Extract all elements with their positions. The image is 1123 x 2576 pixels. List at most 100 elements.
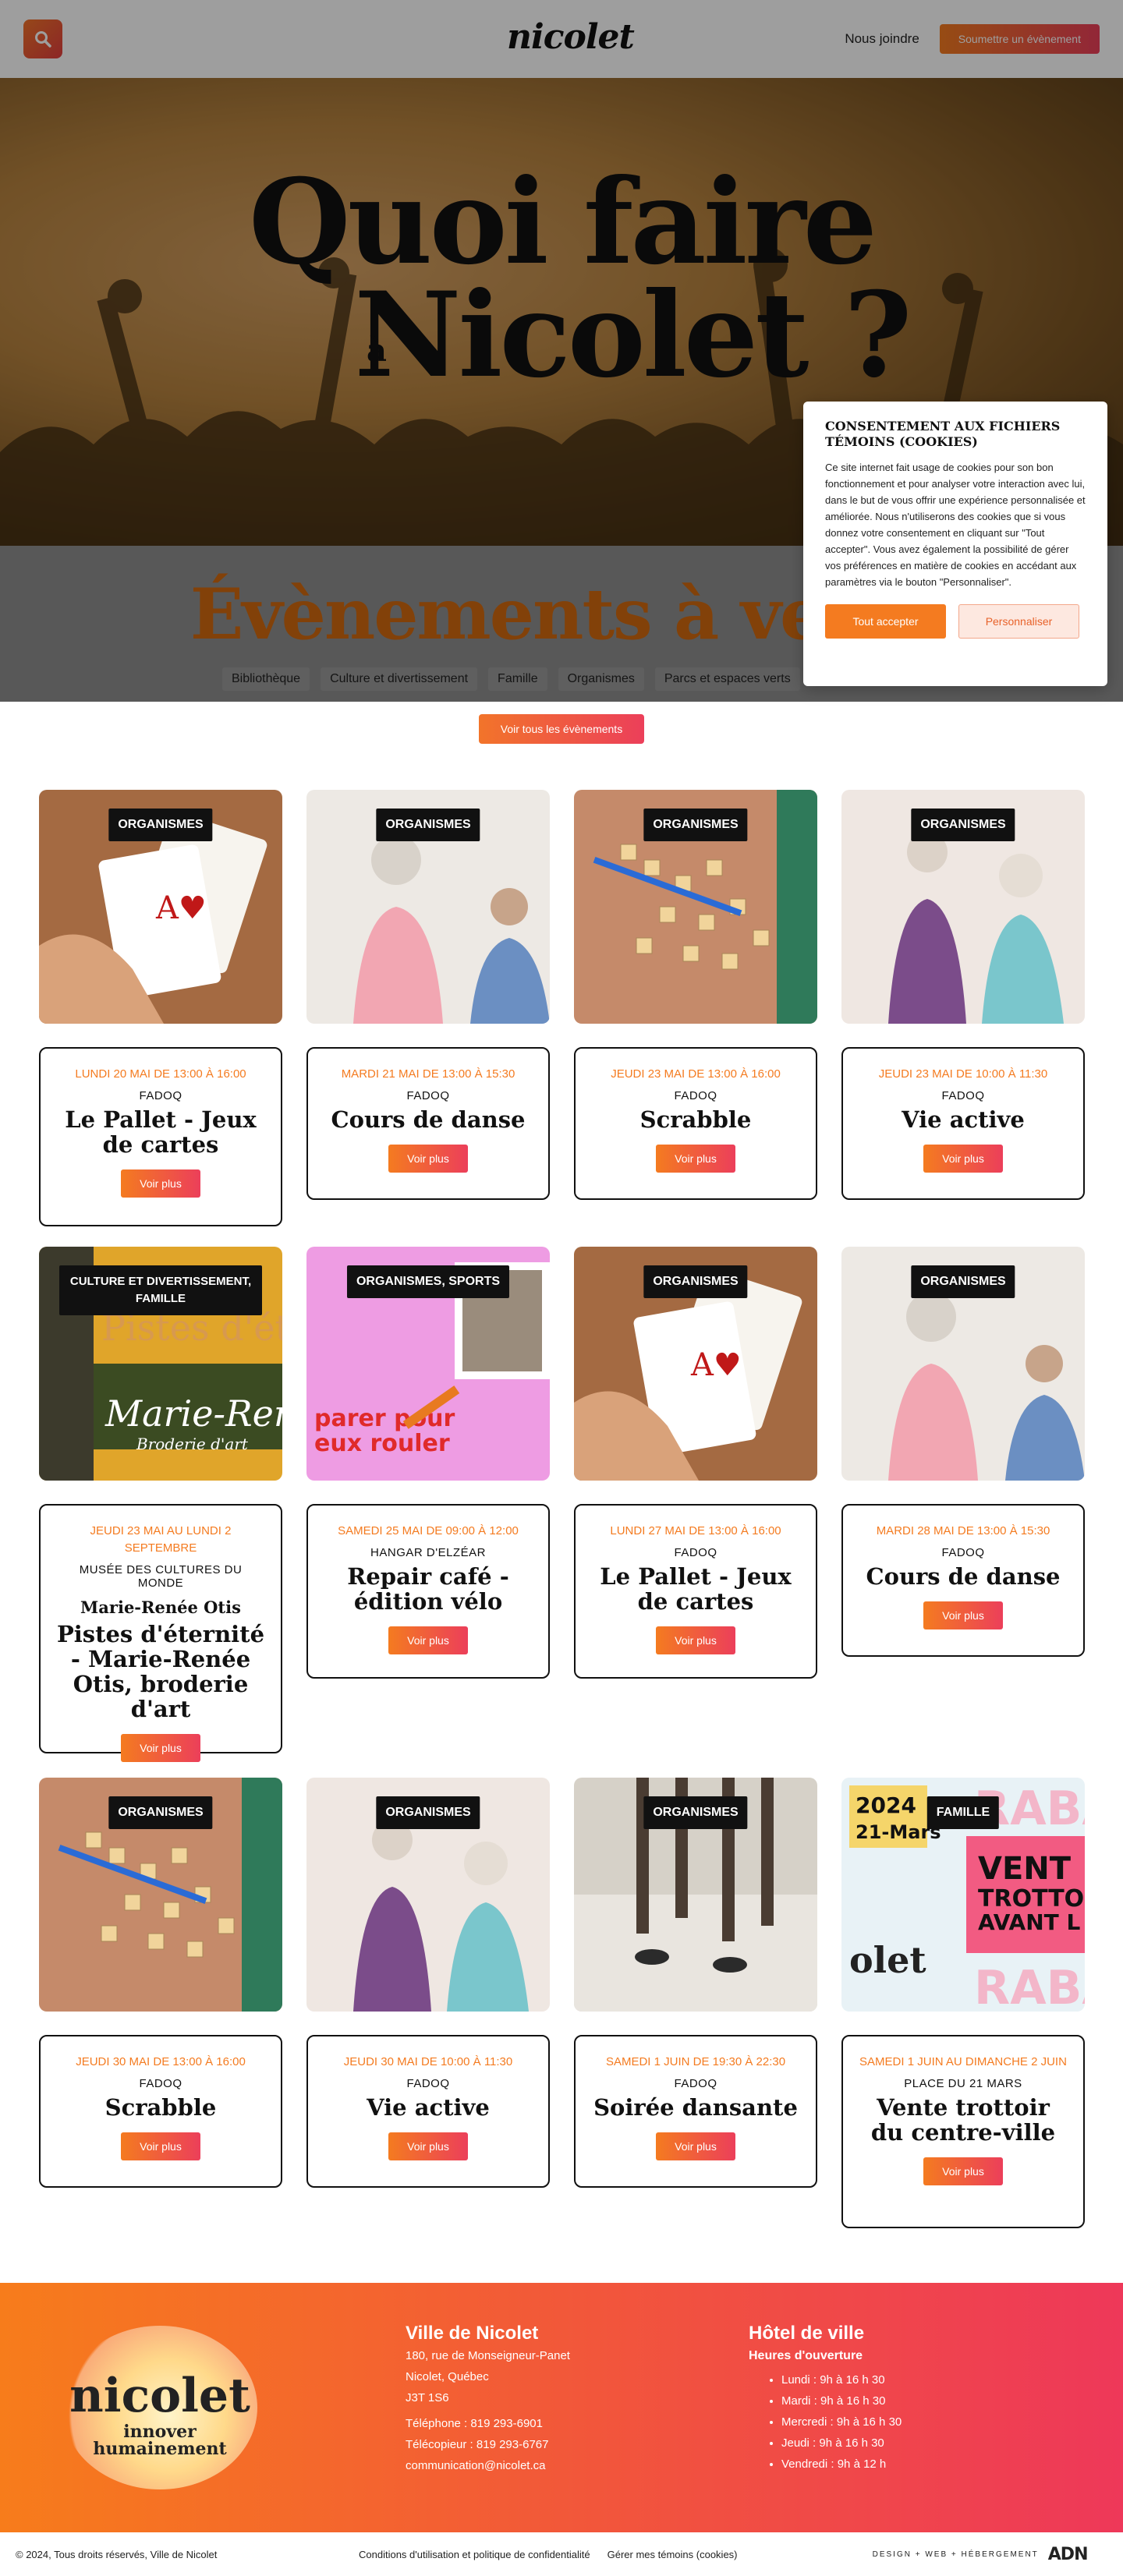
footer-address-line: Nicolet, Québec — [406, 2370, 489, 2383]
event-image[interactable]: ORGANISMES — [841, 790, 1085, 1024]
event-title[interactable]: Scrabble — [591, 1107, 800, 1132]
footer-hall-title: Hôtel de ville — [749, 2323, 865, 2344]
terms-link[interactable]: Conditions d'utilisation et politique de… — [359, 2549, 590, 2560]
event-image[interactable]: parer pour eux rouler ORGANISMES, SPORTS — [306, 1247, 550, 1481]
event-title[interactable]: Repair café - édition vélo — [324, 1564, 533, 1614]
see-more-button[interactable]: Voir plus — [388, 1626, 468, 1654]
event-date: JEUDI 23 MAI DE 10:00 À 11:30 — [878, 1067, 1048, 1081]
event-title[interactable]: Le Pallet - Jeux de cartes — [591, 1564, 800, 1614]
event-info-card: JEUDI 23 MAI DE 10:00 À 11:30 FADOQ Vie ac… — [841, 1047, 1085, 1200]
event-organizer: MUSÉE DES CULTURES DU MONDE — [79, 1563, 243, 1590]
hours-item: Jeudi : 9h à 16 h 30 — [781, 2433, 902, 2454]
event-title[interactable]: Scrabble — [56, 2095, 265, 2120]
cookie-body: Ce site internet fait usage de cookies p… — [825, 462, 1086, 588]
event-category-tag: ORGANISMES — [643, 1265, 748, 1298]
svg-text:VENT: VENT — [978, 1851, 1072, 1887]
hours-item: Mercredi : 9h à 16 h 30 — [781, 2411, 902, 2433]
event-image[interactable]: ORGANISMES — [574, 1778, 817, 2012]
see-more-button[interactable]: Voir plus — [121, 1734, 200, 1762]
event-date: LUNDI 27 MAI DE 13:00 À 16:00 — [610, 1524, 781, 1537]
see-more-button[interactable]: Voir plus — [656, 1145, 735, 1173]
see-more-button[interactable]: Voir plus — [656, 1626, 735, 1654]
event-date: SAMEDI 1 JUIN AU DIMANCHE 2 JUIN — [859, 2055, 1067, 2068]
event-organizer: HANGAR D'ELZÉAR — [370, 1546, 486, 1559]
svg-text:RABA: RABA — [974, 1961, 1085, 2012]
see-more-button[interactable]: Voir plus — [388, 2132, 468, 2160]
event-info-card: LUNDI 20 MAI DE 13:00 À 16:00 FADOQ Le Pal… — [39, 1047, 282, 1226]
event-category-tag: ORGANISMES, SPORTS — [346, 1265, 510, 1298]
event-info-card: JEUDI 30 MAI DE 10:00 À 11:30 FADOQ Vie ac… — [306, 2035, 550, 2188]
event-organizer: FADOQ — [406, 1089, 450, 1102]
event-title[interactable]: Cours de danse — [859, 1564, 1068, 1589]
event-title[interactable]: Soirée dansante — [591, 2095, 800, 2120]
event-image[interactable]: ORGANISMES — [841, 1247, 1085, 1481]
see-more-button[interactable]: Voir plus — [923, 1145, 1003, 1173]
event-date: MARDI 21 MAI DE 13:00 À 15:30 — [341, 1067, 515, 1081]
event-organizer: FADOQ — [674, 2077, 717, 2090]
event-image[interactable]: Marie-Ren Broderie d'art Pistes d'ét CULTUR… — [39, 1247, 282, 1481]
event-date: SAMEDI 25 MAI DE 09:00 À 12:00 — [338, 1524, 519, 1537]
svg-text:A♥: A♥ — [690, 1347, 742, 1383]
see-more-button[interactable]: Voir plus — [121, 1169, 200, 1198]
event-date: MARDI 28 MAI DE 13:00 À 15:30 — [876, 1524, 1050, 1537]
event-image[interactable]: ORGANISMES — [306, 790, 550, 1024]
event-info-card: SAMEDI 1 JUIN DE 19:30 À 22:30 FADOQ Soiré… — [574, 2035, 817, 2188]
footer-phone[interactable]: Téléphone : 819 293-6901 — [406, 2413, 570, 2434]
event-category-tag: ORGANISMES — [911, 1265, 1015, 1298]
event-organizer: FADOQ — [674, 1089, 717, 1102]
event-title[interactable]: Pistes d'éternité - Marie-Renée Otis, br… — [56, 1622, 265, 1721]
event-date: JEUDI 23 MAI AU LUNDI 2 SEPTEMBRE — [90, 1524, 232, 1555]
event-image[interactable]: ORGANISMES — [39, 1778, 282, 2012]
event-image[interactable]: ORGANISMES — [306, 1778, 550, 2012]
event-date: LUNDI 20 MAI DE 13:00 À 16:00 — [75, 1067, 246, 1081]
footer-logo: nicolet innover humainement — [62, 2326, 257, 2489]
hours-item: Vendredi : 9h à 12 h — [781, 2454, 902, 2475]
event-organizer: FADOQ — [139, 1089, 182, 1102]
see-more-button[interactable]: Voir plus — [388, 1145, 468, 1173]
customize-button[interactable]: Personnaliser — [958, 604, 1079, 639]
svg-text:eux rouler: eux rouler — [314, 1430, 450, 1457]
see-more-button[interactable]: Voir plus — [923, 1601, 1003, 1629]
event-category-tag: ORGANISMES — [108, 809, 213, 841]
see-more-button[interactable]: Voir plus — [121, 2132, 200, 2160]
event-date: JEUDI 23 MAI DE 13:00 À 16:00 — [611, 1067, 781, 1081]
event-image[interactable]: ORGANISMES — [574, 790, 817, 1024]
see-more-button[interactable]: Voir plus — [923, 2157, 1003, 2185]
event-info-card: SAMEDI 1 JUIN AU DIMANCHE 2 JUIN PLACE DU… — [841, 2035, 1085, 2228]
event-info-card: MARDI 21 MAI DE 13:00 À 15:30 FADOQ Cours … — [306, 1047, 550, 1200]
site-footer: nicolet innover humainement Ville de Nico… — [0, 2283, 1123, 2532]
svg-text:olet: olet — [849, 1939, 926, 1981]
event-info-card: MARDI 28 MAI DE 13:00 À 15:30 FADOQ Cours … — [841, 1504, 1085, 1657]
cookie-consent-dialog: CONSENTEMENT AUX FICHIERS TÉMOINS (COOKI… — [803, 402, 1107, 686]
event-title[interactable]: Cours de danse — [324, 1107, 533, 1132]
cookie-title: CONSENTEMENT AUX FICHIERS TÉMOINS (COOKI… — [825, 419, 1061, 449]
event-category-tag: ORGANISMES — [643, 1796, 748, 1829]
event-image[interactable]: A♥ ORGANISMES — [39, 790, 282, 1024]
event-image[interactable]: A♥ ORGANISMES — [574, 1247, 817, 1481]
footer-hours: Hôtel de ville Heures d'ouverture Lundi … — [749, 2322, 902, 2475]
event-title[interactable]: Vente trottoir du centre-ville — [859, 2095, 1068, 2145]
event-title[interactable]: Le Pallet - Jeux de cartes — [56, 1107, 265, 1157]
event-organizer: FADOQ — [941, 1089, 985, 1102]
svg-text:TROTTO: TROTTO — [978, 1885, 1084, 1913]
footer-email[interactable]: communication@nicolet.ca — [406, 2455, 570, 2476]
see-more-button[interactable]: Voir plus — [656, 2132, 735, 2160]
footer-city-name: Ville de Nicolet — [406, 2323, 539, 2344]
event-organizer: PLACE DU 21 MARS — [904, 2077, 1022, 2090]
footer-address-line: J3T 1S6 — [406, 2391, 449, 2404]
see-all-events-button[interactable]: Voir tous les évènements — [479, 714, 644, 744]
agency-credit: DESIGN + WEB + HÉBERGEMENT — [872, 2549, 1039, 2559]
hours-item: Lundi : 9h à 16 h 30 — [781, 2369, 902, 2390]
copyright: © 2024, Tous droits réservés, Ville de N… — [16, 2548, 218, 2560]
event-image[interactable]: RABARABAVENTTROTTOAVANT L202421-Marsolet… — [841, 1778, 1085, 2012]
event-category-tag: ORGANISMES — [376, 1796, 480, 1829]
manage-cookies-link[interactable]: Gérer mes témoins (cookies) — [608, 2549, 873, 2560]
event-info-card: SAMEDI 25 MAI DE 09:00 À 12:00 HANGAR D'E… — [306, 1504, 550, 1679]
agency-logo[interactable]: ADN — [1048, 2545, 1089, 2564]
event-title[interactable]: Vie active — [859, 1107, 1068, 1132]
event-organizer: FADOQ — [139, 2077, 182, 2090]
accept-all-button[interactable]: Tout accepter — [825, 604, 946, 639]
event-title[interactable]: Vie active — [324, 2095, 533, 2120]
footer-fax: Télécopieur : 819 293-6767 — [406, 2438, 549, 2451]
svg-text:A♥: A♥ — [155, 890, 207, 926]
